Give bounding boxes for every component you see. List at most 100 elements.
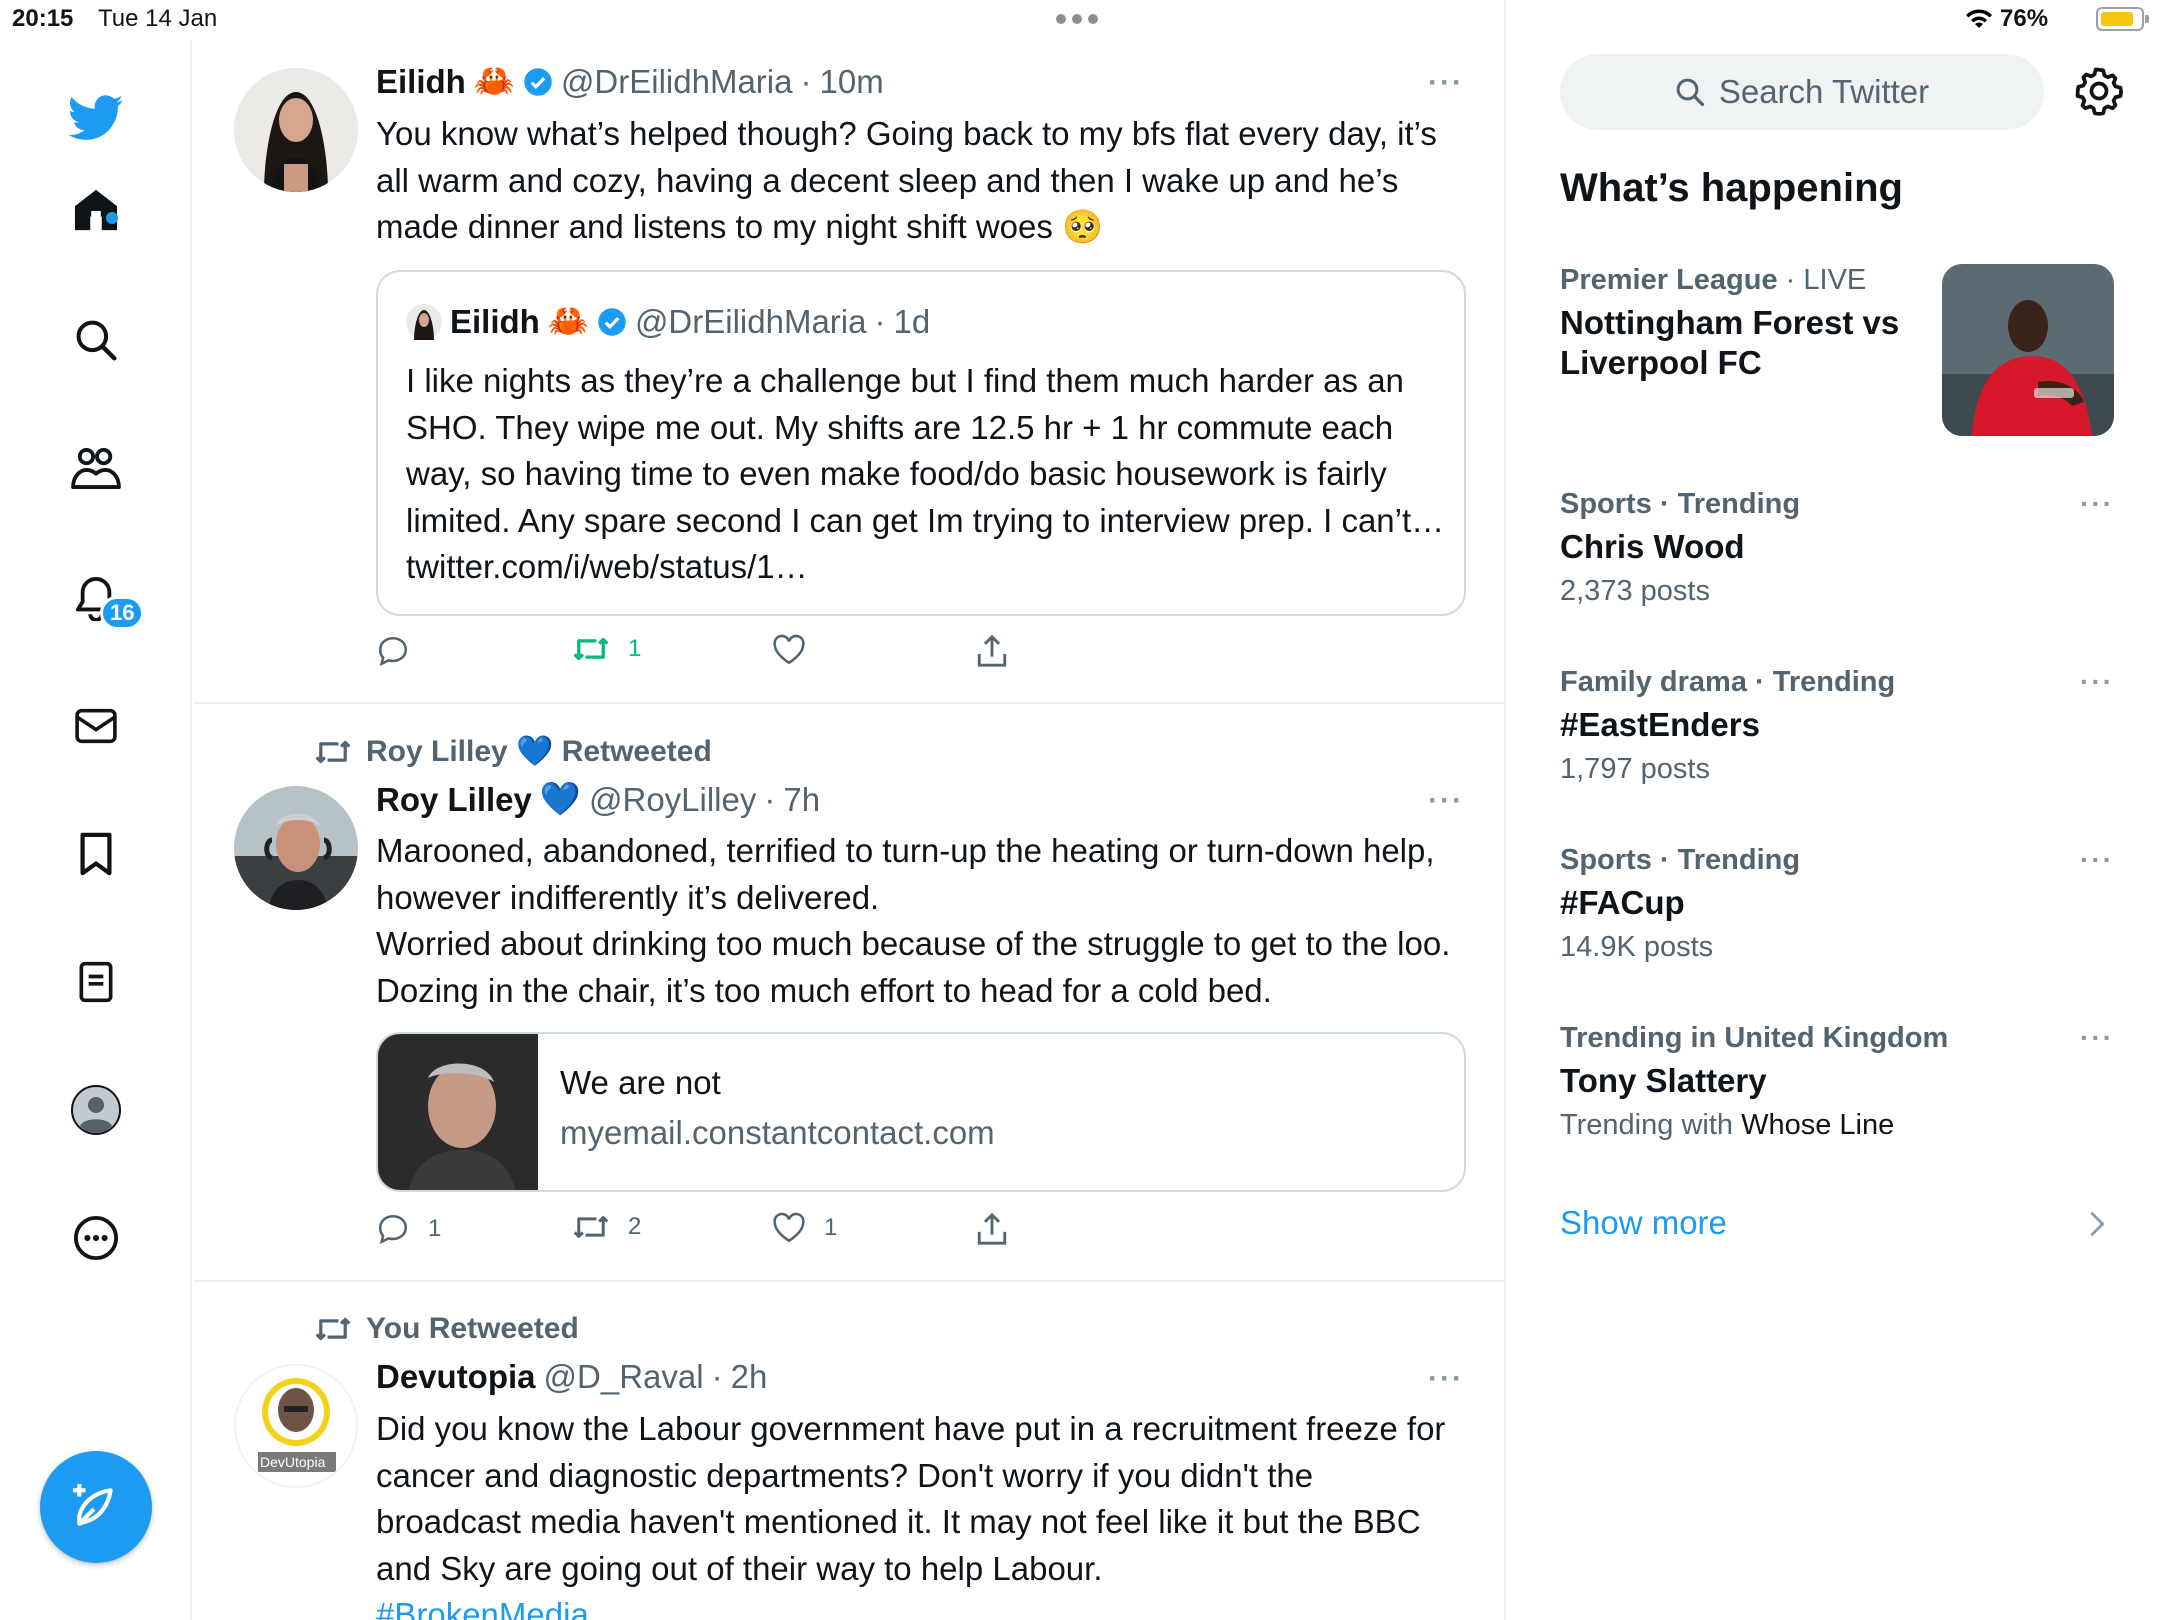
- trend-more-icon[interactable]: ···: [2080, 1022, 2114, 1054]
- separator-dot: ·: [1785, 264, 1796, 296]
- author-name[interactable]: Eilidh: [376, 63, 466, 101]
- tweet-time[interactable]: 10m: [820, 63, 884, 101]
- messages-icon[interactable]: [68, 698, 124, 754]
- author-handle[interactable]: @D_Raval: [544, 1358, 704, 1396]
- retweeted-by-text[interactable]: You Retweeted: [366, 1312, 579, 1346]
- author-handle[interactable]: @RoyLilley: [589, 781, 756, 819]
- verified-badge-icon: [523, 67, 553, 97]
- like-button[interactable]: [772, 634, 806, 666]
- tweet-text-body: Did you know the Labour government have …: [376, 1410, 1446, 1587]
- trend-item[interactable]: Family drama · Trending #EastEnders 1,79…: [1560, 666, 2120, 786]
- avatar[interactable]: [234, 786, 358, 910]
- search-input[interactable]: Search Twitter: [1560, 54, 2044, 130]
- avatar-label: DevUtopia: [260, 1454, 326, 1470]
- quoted-avatar: [406, 303, 442, 340]
- tweet-more-icon[interactable]: ···: [1428, 784, 1464, 818]
- trend-category-name: Sports · Trending: [1560, 844, 1801, 876]
- home-icon[interactable]: [68, 182, 124, 238]
- settings-gear-icon[interactable]: [2074, 66, 2124, 116]
- author-handle[interactable]: @DrEilidhMaria: [561, 63, 793, 101]
- twitter-logo-icon[interactable]: [68, 90, 124, 146]
- related-trend-link[interactable]: Whose Line: [1741, 1109, 1894, 1141]
- trend-item[interactable]: Premier League · LIVE Nottingham Forest …: [1560, 264, 1920, 383]
- trend-item[interactable]: Sports · Trending Chris Wood 2,373 posts…: [1560, 488, 2120, 608]
- live-label: LIVE: [1803, 264, 1867, 296]
- share-icon: [976, 634, 1008, 668]
- avatar[interactable]: DevUtopia: [234, 1364, 358, 1488]
- link-card-image: [378, 1034, 538, 1190]
- share-button[interactable]: [976, 1212, 1008, 1246]
- trend-related: Trending with Whose Line: [1560, 1109, 2120, 1142]
- share-button[interactable]: [976, 634, 1008, 668]
- separator-dot: ·: [764, 780, 776, 818]
- link-card-title: We are not: [560, 1064, 721, 1101]
- tweet-text-paragraph: Marooned, abandoned, terrified to turn-u…: [376, 832, 1435, 916]
- share-icon: [976, 1212, 1008, 1246]
- communities-icon[interactable]: [68, 440, 124, 496]
- tweet-header: Eilidh 🦀 @DrEilidhMaria · 10m: [376, 62, 884, 101]
- search-icon[interactable]: [68, 312, 124, 368]
- home-unread-dot: [106, 212, 118, 224]
- profile-avatar-icon[interactable]: [68, 1082, 124, 1138]
- trend-category-name: Family drama · Trending: [1560, 666, 1896, 698]
- retweet-count: 2: [628, 1213, 642, 1240]
- tweet-text: Marooned, abandoned, terrified to turn-u…: [376, 828, 1456, 1014]
- link-card[interactable]: We are not myemail.constantcontact.com: [376, 1032, 1466, 1192]
- quoted-tweet[interactable]: Eilidh 🦀 @DrEilidhMaria · 1d I like nigh…: [376, 270, 1466, 616]
- tweet-header: Devutopia @D_Raval · 2h: [376, 1358, 767, 1396]
- compose-tweet-button[interactable]: [40, 1451, 152, 1563]
- reply-button[interactable]: [376, 634, 410, 668]
- trend-category: Premier League · LIVE: [1560, 264, 1920, 297]
- avatar[interactable]: [234, 68, 358, 192]
- trend-name: Chris Wood: [1560, 528, 1745, 565]
- battery-percent: 76%: [2000, 5, 2049, 32]
- tweet[interactable]: You Retweeted DevUtopia Devutopia @D_Rav…: [194, 1282, 1506, 1620]
- retweet-button[interactable]: 2: [572, 1212, 641, 1242]
- reply-icon: [376, 1212, 410, 1246]
- retweet-icon: [314, 737, 352, 767]
- chevron-right-icon[interactable]: [2088, 1210, 2106, 1238]
- tweet-time[interactable]: 2h: [731, 1358, 768, 1396]
- tweet-text-paragraph: Worried about drinking too much because …: [376, 925, 1451, 1009]
- quoted-tweet-header: Eilidh 🦀 @DrEilidhMaria · 1d: [406, 302, 930, 341]
- hashtag-link[interactable]: #BrokenMedia: [376, 1592, 1456, 1620]
- heart-icon: [772, 1212, 806, 1244]
- left-navigation: 16: [0, 40, 192, 1620]
- bookmarks-icon[interactable]: [68, 826, 124, 882]
- trend-more-icon[interactable]: ···: [2080, 666, 2114, 698]
- trending-with-label: Trending with: [1560, 1109, 1734, 1141]
- link-card-domain: myemail.constantcontact.com: [560, 1114, 995, 1151]
- trend-more-icon[interactable]: ···: [2080, 488, 2114, 520]
- trend-name: Tony Slattery: [1560, 1062, 1767, 1099]
- quoted-author-name: Eilidh: [450, 302, 540, 340]
- quoted-author-handle: @DrEilidhMaria: [634, 302, 867, 340]
- trend-more-icon[interactable]: ···: [2080, 844, 2114, 876]
- author-name[interactable]: Roy Lilley: [376, 781, 532, 819]
- retweet-icon: [572, 1212, 610, 1242]
- crab-emoji: 🦀: [547, 302, 589, 339]
- reply-button[interactable]: 1: [376, 1212, 441, 1246]
- tweet[interactable]: Eilidh 🦀 @DrEilidhMaria · 10m ··· You kn…: [194, 0, 1506, 704]
- tweet-more-icon[interactable]: ···: [1428, 1362, 1464, 1396]
- tweet-more-icon[interactable]: ···: [1428, 66, 1464, 100]
- separator-dot: ·: [711, 1358, 723, 1395]
- show-more-link[interactable]: Show more: [1560, 1204, 1727, 1242]
- trend-post-count: 2,373 posts: [1560, 575, 1710, 607]
- trend-item[interactable]: Sports · Trending #FACup 14.9K posts ···: [1560, 844, 2120, 964]
- lists-icon[interactable]: [68, 954, 124, 1010]
- trend-name: #EastEnders: [1560, 706, 1760, 743]
- like-button[interactable]: 1: [772, 1212, 837, 1244]
- tweet-time[interactable]: 7h: [783, 781, 820, 819]
- retweet-button[interactable]: 1: [572, 634, 641, 664]
- tweet[interactable]: Roy Lilley 💙 Retweeted Roy Lilley 💙 @Roy…: [194, 704, 1506, 1282]
- trend-name: #FACup: [1560, 884, 1685, 921]
- author-name[interactable]: Devutopia: [376, 1358, 536, 1396]
- more-options-icon[interactable]: [68, 1210, 124, 1266]
- reply-count: 1: [428, 1215, 442, 1242]
- retweeted-by-text[interactable]: Roy Lilley 💙 Retweeted: [366, 734, 712, 769]
- search-placeholder: Search Twitter: [1718, 73, 1930, 110]
- trend-item[interactable]: Trending in United Kingdom Tony Slattery…: [1560, 1022, 2120, 1142]
- notification-count-badge: 16: [100, 596, 145, 630]
- trend-category: Sports · Trending: [1560, 488, 2120, 521]
- like-count: 1: [824, 1214, 838, 1241]
